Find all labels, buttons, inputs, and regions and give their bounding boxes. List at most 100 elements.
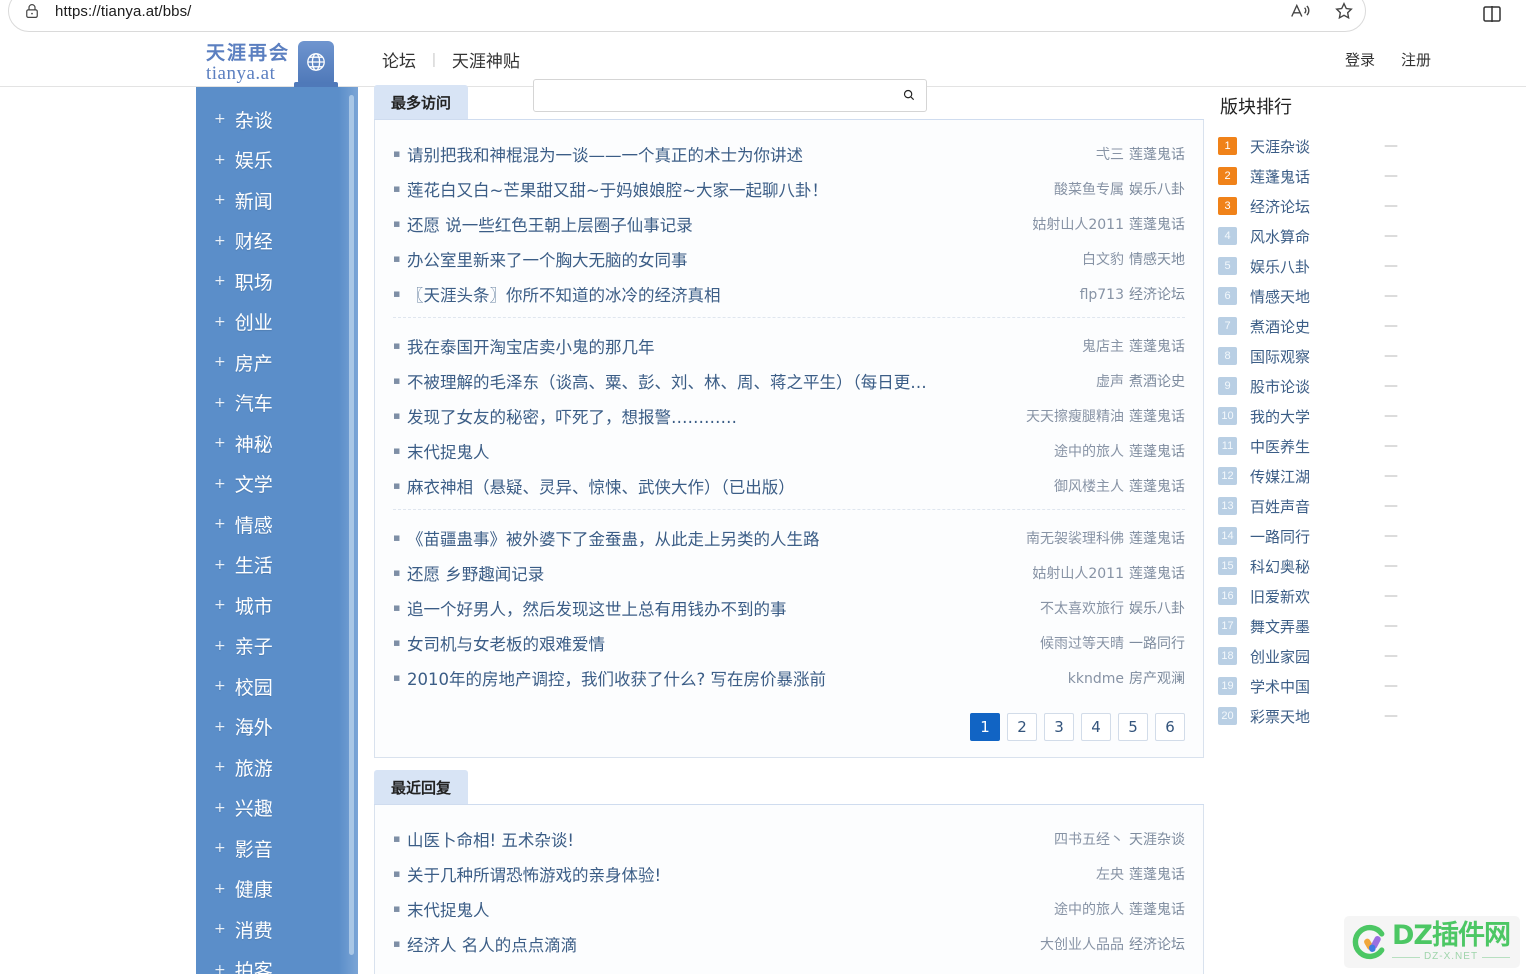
post-author[interactable]: 虚声 <box>1096 374 1124 390</box>
page-button-2[interactable]: 2 <box>1007 713 1037 741</box>
post-title-link[interactable]: 不被理解的毛泽东（谈高、粟、彭、刘、林、周、蒋之平生）（每日更… <box>407 369 1080 393</box>
post-forum[interactable]: 莲蓬鬼话 <box>1129 339 1185 355</box>
page-button-6[interactable]: 6 <box>1155 713 1185 741</box>
favorite-star-icon[interactable] <box>1333 0 1355 22</box>
sidebar-item-1[interactable]: + 杂谈 <box>196 99 358 140</box>
register-link[interactable]: 注册 <box>1401 49 1431 70</box>
sidebar-item-2[interactable]: + 娱乐 <box>196 140 358 181</box>
post-title-link[interactable]: 关于几种所谓恐怖游戏的亲身体验! <box>407 862 1080 886</box>
ranking-forum-link[interactable]: 学术中国 <box>1250 676 1384 697</box>
sidebar-item-12[interactable]: + 生活 <box>196 545 358 586</box>
post-title-link[interactable]: 还愿 说一些红色王朝上层圈子仙事记录 <box>407 212 1016 236</box>
post-author[interactable]: 弌三 <box>1096 147 1124 163</box>
split-screen-icon[interactable] <box>1480 2 1504 26</box>
post-forum[interactable]: 经济论坛 <box>1129 287 1185 303</box>
ranking-forum-link[interactable]: 彩票天地 <box>1250 706 1384 727</box>
post-forum[interactable]: 莲蓬鬼话 <box>1129 867 1185 883</box>
post-forum[interactable]: 莲蓬鬼话 <box>1129 409 1185 425</box>
post-author[interactable]: 姑射山人2011 <box>1032 217 1124 233</box>
sidebar-item-8[interactable]: + 汽车 <box>196 383 358 424</box>
ranking-forum-link[interactable]: 一路同行 <box>1250 526 1384 547</box>
sidebar-item-4[interactable]: + 财经 <box>196 221 358 262</box>
post-author[interactable]: 四书五经丶 <box>1054 832 1124 848</box>
login-link[interactable]: 登录 <box>1345 49 1375 70</box>
post-title-link[interactable]: 《苗疆蛊事》被外婆下了金蚕蛊，从此走上另类的人生路 <box>407 526 1010 550</box>
post-author[interactable]: 天天擦瘦腿精油 <box>1026 409 1124 425</box>
page-button-1[interactable]: 1 <box>970 713 1000 741</box>
sidebar-item-9[interactable]: + 神秘 <box>196 423 358 464</box>
sidebar-item-19[interactable]: + 影音 <box>196 828 358 869</box>
post-title-link[interactable]: 经济人 名人的点点滴滴 <box>407 932 1024 956</box>
post-author[interactable]: 不太喜欢旅行 <box>1040 601 1124 617</box>
post-forum[interactable]: 娱乐八卦 <box>1129 182 1185 198</box>
post-forum[interactable]: 房产观澜 <box>1129 671 1185 687</box>
post-author[interactable]: 白文豹 <box>1082 252 1124 268</box>
ranking-forum-link[interactable]: 旧爱新欢 <box>1250 586 1384 607</box>
post-forum[interactable]: 煮酒论史 <box>1129 374 1185 390</box>
ranking-forum-link[interactable]: 天涯杂谈 <box>1250 136 1384 157</box>
post-title-link[interactable]: 末代捉鬼人 <box>407 897 1038 921</box>
ranking-forum-link[interactable]: 国际观察 <box>1250 346 1384 367</box>
sidebar-item-11[interactable]: + 情感 <box>196 504 358 545</box>
post-author[interactable]: flp713 <box>1080 287 1124 303</box>
sidebar-item-5[interactable]: + 职场 <box>196 261 358 302</box>
post-author[interactable]: 姑射山人2011 <box>1032 566 1124 582</box>
sidebar-item-22[interactable]: + 拍客 <box>196 950 358 974</box>
ranking-forum-link[interactable]: 我的大学 <box>1250 406 1384 427</box>
address-bar[interactable]: https://tianya.at/bbs/ <box>8 0 1366 32</box>
read-aloud-icon[interactable] <box>1289 0 1311 22</box>
post-title-link[interactable]: 发现了女友的秘密，吓死了，想报警………… <box>407 404 1010 428</box>
post-author[interactable]: 左央 <box>1096 867 1124 883</box>
post-title-link[interactable]: 办公室里新来了一个胸大无脑的女同事 <box>407 247 1066 271</box>
post-forum[interactable]: 娱乐八卦 <box>1129 601 1185 617</box>
post-forum[interactable]: 莲蓬鬼话 <box>1129 531 1185 547</box>
page-button-3[interactable]: 3 <box>1044 713 1074 741</box>
post-forum[interactable]: 经济论坛 <box>1129 937 1185 953</box>
sidebar-item-16[interactable]: + 海外 <box>196 707 358 748</box>
post-forum[interactable]: 莲蓬鬼话 <box>1129 147 1185 163</box>
post-author[interactable]: 御风楼主人 <box>1054 479 1124 495</box>
post-title-link[interactable]: 追一个好男人，然后发现这世上总有用钱办不到的事 <box>407 596 1024 620</box>
ranking-forum-link[interactable]: 科幻奥秘 <box>1250 556 1384 577</box>
post-forum[interactable]: 情感天地 <box>1129 252 1185 268</box>
post-author[interactable]: 酸菜鱼专属 <box>1054 182 1124 198</box>
sidebar-item-7[interactable]: + 房产 <box>196 342 358 383</box>
post-title-link[interactable]: 末代捉鬼人 <box>407 439 1038 463</box>
ranking-forum-link[interactable]: 股市论谈 <box>1250 376 1384 397</box>
ranking-forum-link[interactable]: 情感天地 <box>1250 286 1384 307</box>
post-author[interactable]: 南无袈裟理科佛 <box>1026 531 1124 547</box>
post-title-link[interactable]: 我在泰国开淘宝店卖小鬼的那几年 <box>407 334 1066 358</box>
post-title-link[interactable]: 〖天涯头条〗你所不知道的冰冷的经济真相 <box>407 282 1064 306</box>
ranking-forum-link[interactable]: 风水算命 <box>1250 226 1384 247</box>
sidebar-item-10[interactable]: + 文学 <box>196 464 358 505</box>
sidebar-item-13[interactable]: + 城市 <box>196 585 358 626</box>
ranking-forum-link[interactable]: 中医养生 <box>1250 436 1384 457</box>
post-title-link[interactable]: 女司机与女老板的艰难爱情 <box>407 631 1024 655</box>
post-forum[interactable]: 一路同行 <box>1129 636 1185 652</box>
post-title-link[interactable]: 山医卜命相! 五术杂谈! <box>407 827 1038 851</box>
post-forum[interactable]: 莲蓬鬼话 <box>1129 479 1185 495</box>
page-button-5[interactable]: 5 <box>1118 713 1148 741</box>
sidebar-item-15[interactable]: + 校园 <box>196 666 358 707</box>
post-forum[interactable]: 天涯杂谈 <box>1129 832 1185 848</box>
ranking-forum-link[interactable]: 传媒江湖 <box>1250 466 1384 487</box>
panel-tab[interactable]: 最多访问 <box>374 85 469 119</box>
sidebar-item-18[interactable]: + 兴趣 <box>196 788 358 829</box>
post-title-link[interactable]: 还愿 乡野趣闻记录 <box>407 561 1016 585</box>
post-title-link[interactable]: 莲花白又白~芒果甜又甜~于妈娘娘腔~大家一起聊八卦！ <box>407 177 1038 201</box>
post-author[interactable]: 鬼店主 <box>1082 339 1124 355</box>
post-author[interactable]: 候雨过等天晴 <box>1040 636 1124 652</box>
post-title-link[interactable]: 2010年的房地产调控，我们收获了什么? 写在房价暴涨前 <box>407 666 1052 690</box>
panel-tab[interactable]: 最近回复 <box>374 770 469 804</box>
nav-item-forum[interactable]: 论坛 <box>366 47 432 72</box>
sidebar-item-3[interactable]: + 新闻 <box>196 180 358 221</box>
post-author[interactable]: kkndme <box>1068 671 1124 687</box>
sidebar-item-6[interactable]: + 创业 <box>196 302 358 343</box>
post-forum[interactable]: 莲蓬鬼话 <box>1129 217 1185 233</box>
site-logo[interactable]: 天涯再会 tianya.at <box>206 41 339 89</box>
page-button-4[interactable]: 4 <box>1081 713 1111 741</box>
post-forum[interactable]: 莲蓬鬼话 <box>1129 444 1185 460</box>
sidebar-item-20[interactable]: + 健康 <box>196 869 358 910</box>
post-author[interactable]: 途中的旅人 <box>1054 902 1124 918</box>
sidebar-item-21[interactable]: + 消费 <box>196 909 358 950</box>
